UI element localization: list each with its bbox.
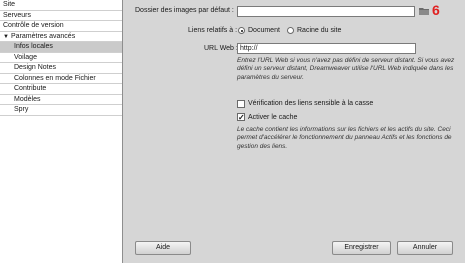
sidebar-item-templates[interactable]: Modèles bbox=[0, 95, 122, 105]
sidebar-item-version-control[interactable]: Contrôle de version bbox=[0, 21, 122, 32]
relative-links-label: Liens relatifs à : bbox=[188, 27, 238, 34]
web-url-field[interactable]: http:// bbox=[237, 43, 416, 54]
triangle-down-icon[interactable]: ▼ bbox=[3, 32, 11, 42]
sidebar-item-cloaking[interactable]: Voilage bbox=[0, 53, 122, 63]
sidebar-item-design-notes[interactable]: Design Notes bbox=[0, 63, 122, 74]
help-button[interactable]: Aide bbox=[135, 241, 191, 255]
sidebar-item-spry[interactable]: Spry bbox=[0, 105, 122, 116]
sidebar-item-site[interactable]: Site bbox=[0, 0, 122, 11]
relative-site-root-label: Racine du site bbox=[297, 27, 342, 34]
sidebar-item-file-view-columns[interactable]: Colonnes en mode Fichier bbox=[0, 74, 122, 84]
case-sensitive-label: Vérification des liens sensible à la cas… bbox=[248, 100, 374, 107]
cache-help-text: Le cache contient les informations sur l… bbox=[237, 126, 452, 150]
case-sensitive-checkbox[interactable] bbox=[237, 100, 245, 108]
folder-icon[interactable] bbox=[419, 7, 429, 15]
sidebar-item-servers[interactable]: Serveurs bbox=[0, 11, 122, 21]
web-url-help-text: Entrez l'URL Web si vous n'avez pas défi… bbox=[237, 57, 455, 81]
enable-cache-checkbox[interactable]: ✓ bbox=[237, 113, 245, 122]
web-url-label: URL Web : bbox=[204, 45, 238, 52]
relative-document-label: Document bbox=[248, 27, 280, 34]
enable-cache-label: Activer le cache bbox=[248, 114, 298, 121]
save-button[interactable]: Enregistrer bbox=[332, 241, 391, 255]
sidebar-item-contribute[interactable]: Contribute bbox=[0, 84, 122, 95]
cancel-button[interactable]: Annuler bbox=[397, 241, 453, 255]
sidebar-item-advanced-settings[interactable]: ▼ Paramètres avancés bbox=[0, 32, 122, 42]
relative-site-root-radio[interactable] bbox=[287, 27, 294, 34]
default-images-label: Dossier des images par défaut : bbox=[135, 7, 234, 14]
relative-document-radio[interactable] bbox=[238, 27, 245, 34]
sidebar-item-local-info[interactable]: Infos locales bbox=[0, 42, 122, 53]
settings-panel: Dossier des images par défaut : 6 Liens … bbox=[123, 0, 465, 263]
annotation-number: 6 bbox=[432, 2, 440, 18]
default-images-field[interactable] bbox=[237, 6, 415, 17]
sidebar: Site Serveurs Contrôle de version ▼ Param… bbox=[0, 0, 123, 263]
